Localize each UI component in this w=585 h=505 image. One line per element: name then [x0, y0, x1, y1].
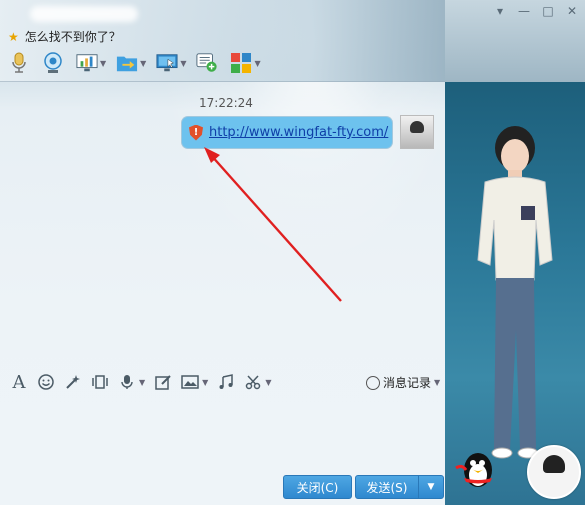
- music-icon[interactable]: [217, 373, 235, 391]
- message-history-button[interactable]: 消息记录 ▼: [366, 374, 440, 391]
- image-dropdown-icon[interactable]: ▼: [202, 378, 208, 387]
- menu-dropdown-icon[interactable]: ▾: [493, 4, 507, 18]
- history-dropdown-icon[interactable]: ▼: [434, 378, 440, 387]
- qq-penguin-logo[interactable]: [452, 446, 498, 492]
- window-controls: ▾ — □ ✕: [493, 4, 579, 18]
- minimize-icon[interactable]: —: [517, 4, 531, 18]
- character-illustration: [477, 126, 553, 459]
- image-icon[interactable]: [181, 373, 199, 391]
- my-avatar[interactable]: [527, 445, 581, 499]
- screenshot-dropdown-icon[interactable]: ▼: [265, 378, 271, 387]
- close-window-icon[interactable]: ✕: [565, 4, 579, 18]
- input-toolbar: A ▼ ▼ ▼: [10, 372, 272, 393]
- screenshot-icon[interactable]: [244, 373, 262, 391]
- emoji-icon[interactable]: [37, 373, 55, 391]
- voice-icon[interactable]: [118, 373, 136, 391]
- close-button[interactable]: 关闭(C): [283, 475, 352, 499]
- voice-dropdown-icon[interactable]: ▼: [139, 378, 145, 387]
- clock-icon: [366, 375, 380, 390]
- font-icon[interactable]: A: [10, 372, 28, 393]
- handwriting-icon[interactable]: [154, 373, 172, 391]
- send-options-button[interactable]: ▼: [418, 475, 444, 499]
- message-history-label: 消息记录: [383, 376, 432, 390]
- magic-expression-icon[interactable]: [64, 373, 82, 391]
- send-button[interactable]: 发送(S): [355, 475, 419, 499]
- maximize-icon[interactable]: □: [541, 4, 555, 18]
- shake-window-icon[interactable]: [91, 373, 109, 391]
- annotation-arrow: [204, 147, 342, 302]
